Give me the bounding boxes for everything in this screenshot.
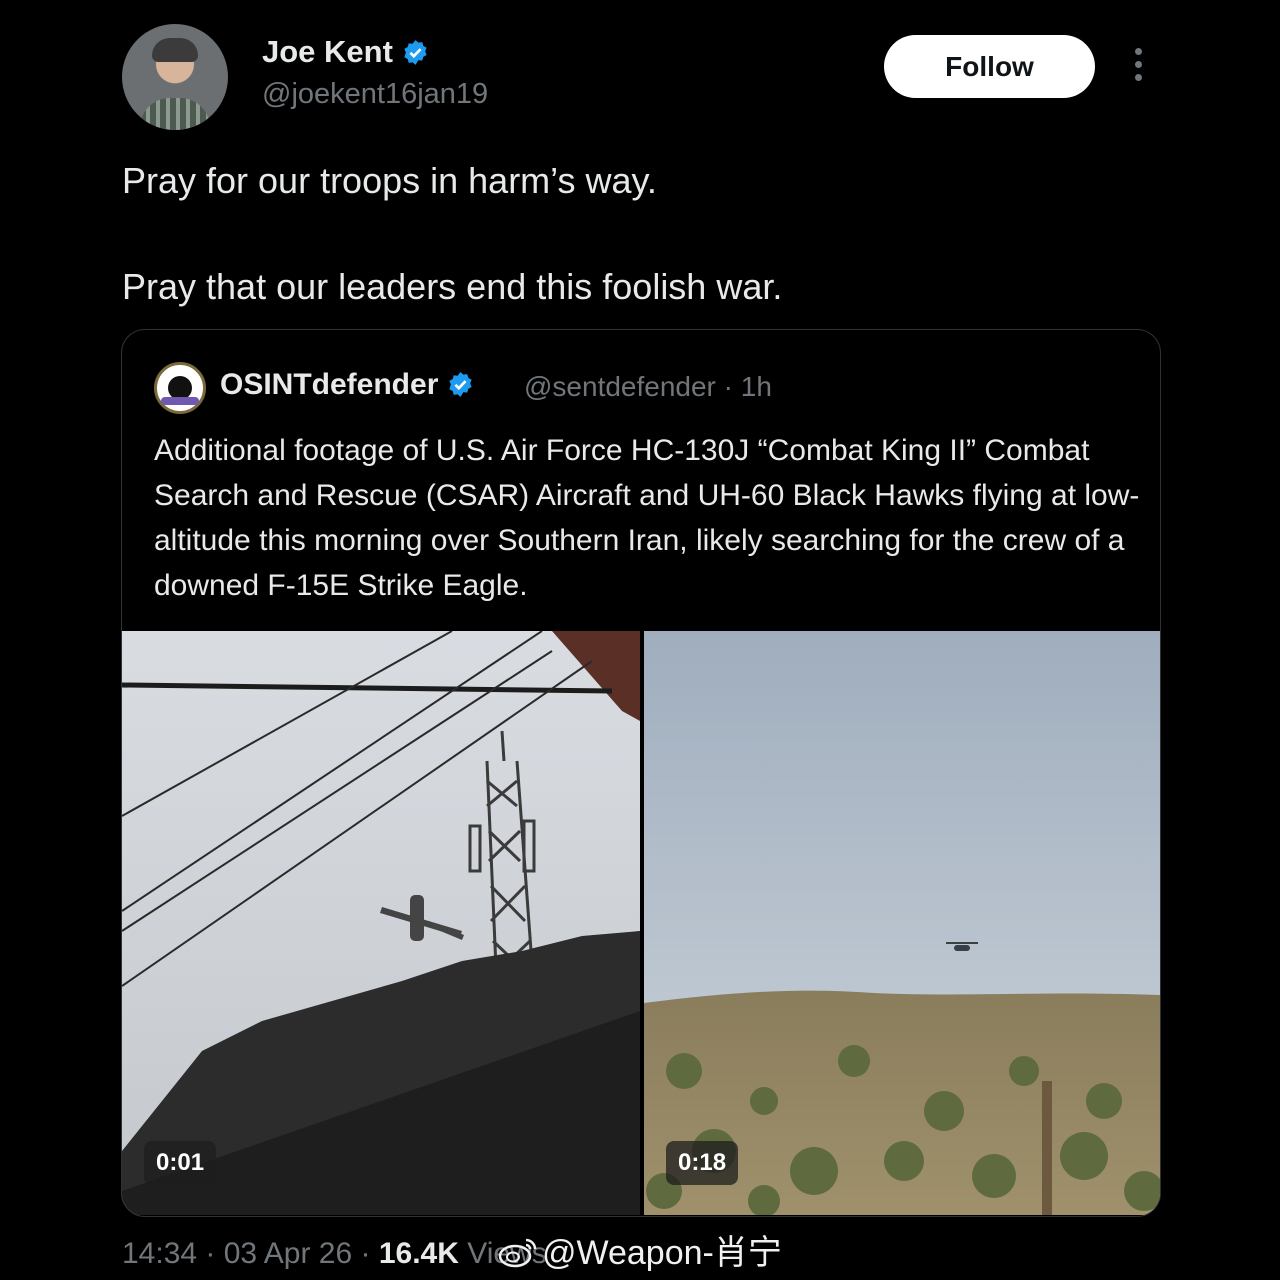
video-frame-helicopter-hills [644,631,1160,1215]
video-duration-badge: 0:18 [666,1141,739,1185]
author-name[interactable]: Joe Kent [262,34,393,69]
quote-time: · 1h [723,371,772,402]
author-avatar[interactable] [122,24,228,130]
tweet-time[interactable]: 14:34 · 03 Apr 26 · [122,1237,379,1270]
video-frame-aircraft-tower [122,631,640,1215]
video-duration-badge: 0:01 [144,1141,217,1185]
follow-button[interactable]: Follow [884,35,1095,98]
tweet-text-line-2: Pray that our leaders end this foolish w… [122,266,783,307]
quote-text: Additional footage of U.S. Air Force HC-… [154,434,1140,602]
verified-badge-icon [449,372,472,397]
quote-author-name[interactable]: OSINTdefender [220,368,438,401]
video-thumbnail-1[interactable]: 0:01 [122,631,640,1215]
video-thumbnail-2[interactable]: 0:18 [644,631,1160,1215]
more-options-icon[interactable] [1128,48,1148,88]
tweet-timestamp[interactable]: 14:34 · 03 Apr 26 · 16.4K Views [122,1237,547,1271]
quote-author-avatar[interactable] [154,362,206,414]
watermark: @Weapon-肖宁 [498,1225,782,1274]
verified-badge-icon [403,40,427,65]
avatar-shirt [140,98,210,130]
author-handle[interactable]: @joekent16jan19 [262,78,488,111]
avatar-wing-icon [161,397,199,405]
quote-author-handle[interactable]: @sentdefender [524,371,716,402]
quote-author-name-row[interactable]: OSINTdefender [220,368,474,402]
author-name-row[interactable]: Joe Kent [262,34,429,70]
tweet-text-line-1: Pray for our troops in harm’s way. [122,160,657,201]
views-count: 16.4K [378,1237,459,1270]
weibo-logo-icon [498,1238,537,1268]
quote-tweet-card[interactable]: OSINTdefender @sentdefender · 1h Additio… [121,329,1161,1217]
quote-meta: @sentdefender · 1h [524,371,772,403]
avatar-hair [152,38,198,62]
watermark-text: @Weapon-肖宁 [542,1234,782,1272]
